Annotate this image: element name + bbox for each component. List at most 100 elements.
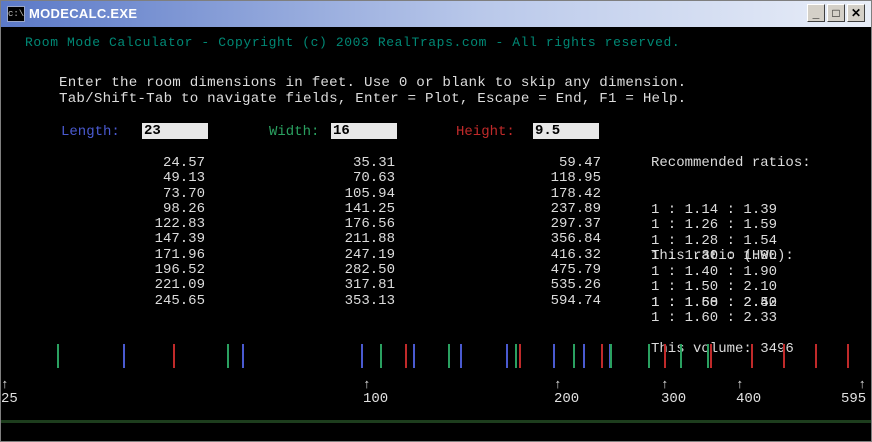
height-mode-value: 416.32	[550, 246, 601, 263]
axis-tick-100: ↑ 100	[363, 377, 389, 407]
width-mode-line	[227, 344, 230, 368]
width-mode-value: 282.50	[344, 262, 395, 279]
instruction-line-2: Tab/Shift-Tab to navigate fields, Enter …	[59, 91, 687, 107]
height-mode-line	[814, 344, 817, 368]
tick-arrow-icon: ↑	[858, 377, 867, 392]
width-mode-line	[680, 344, 683, 368]
width-mode-value: 105.94	[344, 185, 395, 202]
axis-tick-200: ↑ 200	[554, 377, 579, 407]
width-mode-value: 176.56	[344, 216, 395, 233]
length-mode-value: 24.57	[162, 155, 205, 171]
width-input[interactable]: 16	[331, 123, 397, 139]
axis-tick-label: 595	[841, 391, 867, 407]
height-mode-value: 237.89	[550, 200, 601, 217]
width-mode-value: 211.88	[344, 231, 395, 248]
width-mode-value: 247.19	[344, 246, 395, 263]
console-window: c:\ MODECALC.EXE _ □ ✕ Room Mode Calcula…	[0, 0, 872, 442]
width-mode-value: 70.63	[352, 170, 395, 187]
length-mode-value: 73.70	[162, 185, 205, 202]
height-mode-value: 475.79	[550, 262, 601, 279]
length-modes-column: 24.57 49.13 73.70 98.26 122.83 147.39 171.96 19…	[121, 155, 205, 309]
axis-tick-400: ↑ 400	[736, 377, 762, 407]
recommended-ratio: 1 : 1.40 : 1.90	[651, 263, 778, 280]
width-mode-line	[648, 344, 651, 368]
width-modes-column: 35.31 70.63 105.94 141.25 176.56 211.88 247.19…	[311, 155, 395, 309]
mode-plot	[1, 344, 871, 374]
length-mode-line	[506, 344, 509, 368]
tick-arrow-icon: ↑	[554, 377, 562, 392]
height-modes-column: 59.47 118.95 178.42 237.89 297.37 356.84 416.3…	[501, 155, 601, 309]
frequency-axis: ↑ 25 ↑ 100 ↑ 200 ↑ 300 ↑ 400 ↑ 595	[1, 377, 871, 439]
recommended-ratio: 1 : 1.28 : 1.54	[651, 232, 778, 249]
axis-tick-25: ↑ 25	[1, 377, 18, 407]
length-label: Length:	[61, 124, 120, 140]
length-mode-value: 221.09	[154, 277, 205, 294]
height-mode-line	[600, 344, 603, 368]
axis-tick-label: 300	[661, 391, 687, 407]
height-mode-value: 594.74	[550, 292, 601, 309]
axis-tick-label: 400	[736, 391, 762, 407]
length-mode-value: 171.96	[154, 246, 205, 263]
width-label: Width:	[269, 124, 320, 140]
tick-arrow-icon: ↑	[661, 377, 669, 392]
tick-arrow-icon: ↑	[736, 377, 744, 392]
length-mode-line	[553, 344, 556, 368]
title-bar[interactable]: c:\ MODECALC.EXE _ □ ✕	[1, 1, 871, 27]
recommended-ratio: 1 : 1.50 : 2.10	[651, 279, 778, 295]
instruction-line-1: Enter the room dimensions in feet. Use 0…	[59, 75, 687, 91]
height-mode-line	[782, 344, 785, 368]
length-mode-line	[412, 344, 415, 368]
length-input[interactable]: 23	[142, 123, 208, 139]
height-mode-line	[750, 344, 753, 368]
recommended-ratio: 1 : 1.60 : 2.33	[651, 310, 778, 326]
length-mode-line	[459, 344, 462, 368]
width-mode-value: 317.81	[344, 277, 395, 294]
tick-arrow-icon: ↑	[363, 377, 371, 392]
tick-arrow-icon: ↑	[1, 377, 9, 392]
height-mode-line	[518, 344, 521, 368]
recommended-ratio: 1 : 1.14 : 1.39	[651, 201, 778, 218]
length-mode-line	[360, 344, 363, 368]
length-mode-line	[242, 344, 245, 368]
length-mode-value: 147.39	[154, 231, 205, 248]
height-label: Height:	[456, 124, 515, 140]
maximize-button[interactable]: □	[827, 4, 845, 22]
recommended-ratio: 1 : 1.26 : 1.59	[651, 217, 778, 233]
height-mode-value: 118.95	[550, 170, 601, 187]
width-mode-value: 141.25	[344, 200, 395, 217]
console-icon[interactable]: c:\	[7, 6, 25, 22]
length-mode-value: 196.52	[154, 262, 205, 279]
height-mode-value: 59.47	[558, 155, 601, 171]
width-mode-line	[572, 344, 575, 368]
axis-tick-label: 100	[363, 391, 389, 407]
length-mode-value: 49.13	[162, 170, 205, 187]
ratios-heading: Recommended ratios:	[651, 155, 811, 171]
height-mode-line	[405, 344, 408, 368]
copyright-line: Room Mode Calculator - Copyright (c) 200…	[25, 35, 681, 50]
this-ratio-label: This ratio (HWL):	[651, 248, 794, 264]
length-mode-line	[123, 344, 126, 368]
height-mode-value: 178.42	[550, 185, 601, 202]
axis-divider	[1, 420, 871, 423]
width-mode-line	[706, 344, 709, 368]
axis-tick-300: ↑ 300	[661, 377, 687, 407]
height-input[interactable]: 9.5	[533, 123, 599, 139]
console-area: Room Mode Calculator - Copyright (c) 200…	[1, 27, 871, 441]
this-ratio-value: 1 : 1.68 : 2.42	[651, 294, 778, 311]
window-title: MODECALC.EXE	[29, 6, 138, 21]
length-mode-value: 98.26	[162, 200, 205, 217]
width-mode-line	[447, 344, 450, 368]
height-mode-value: 356.84	[550, 231, 601, 248]
close-button[interactable]: ✕	[847, 4, 865, 22]
axis-tick-label: 25	[1, 391, 18, 407]
width-mode-value: 353.13	[344, 292, 395, 309]
axis-tick-595: ↑ 595	[841, 377, 867, 407]
width-mode-line	[515, 344, 518, 368]
height-mode-line	[173, 344, 176, 368]
minimize-button[interactable]: _	[807, 4, 825, 22]
length-mode-value: 122.83	[154, 216, 205, 233]
height-mode-line	[664, 344, 667, 368]
width-mode-line	[380, 344, 383, 368]
length-mode-value: 245.65	[154, 292, 205, 309]
height-mode-value: 535.26	[550, 277, 601, 294]
